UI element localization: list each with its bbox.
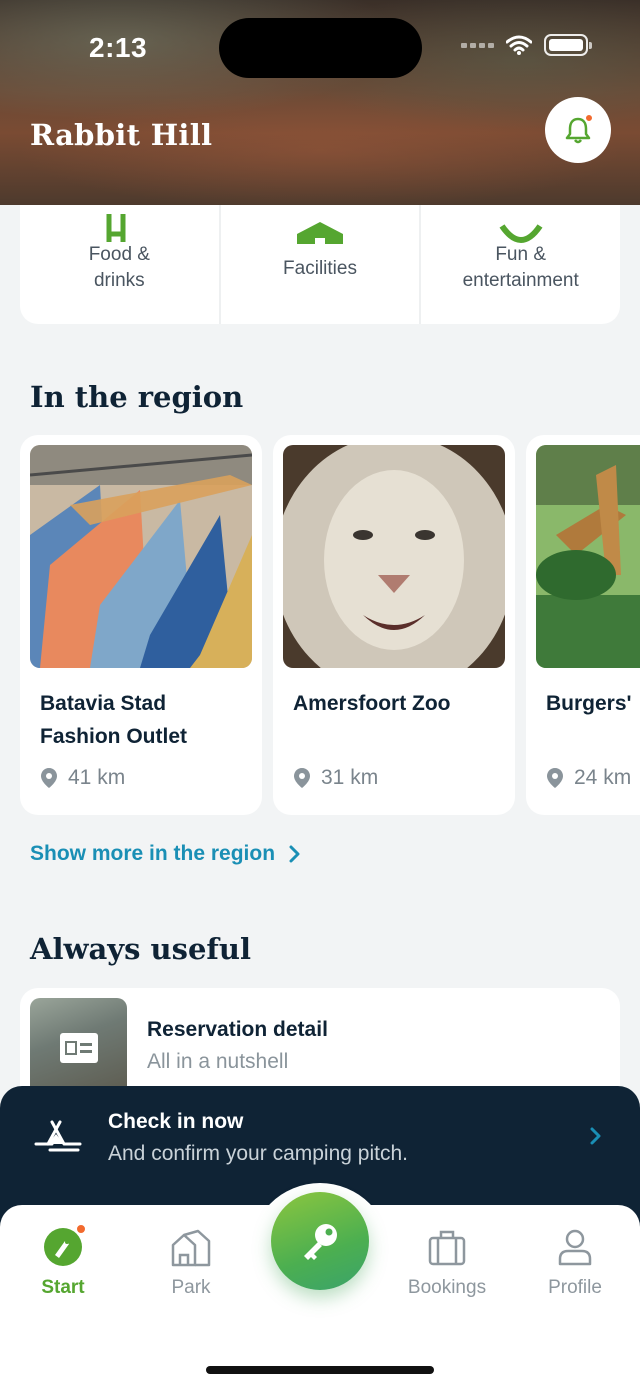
home-indicator[interactable] bbox=[206, 1366, 434, 1374]
section-title-useful: Always useful bbox=[30, 932, 251, 966]
chevron-right-icon bbox=[590, 1126, 602, 1151]
status-icons bbox=[461, 34, 592, 56]
tab-label: Start bbox=[41, 1277, 85, 1298]
category-label: Facilities bbox=[283, 258, 357, 279]
check-in-subtitle: And confirm your camping pitch. bbox=[108, 1142, 408, 1165]
region-card[interactable]: Batavia Stad Fashion Outlet 41 km bbox=[20, 435, 262, 815]
region-card-title: Burgers' bbox=[546, 692, 632, 715]
region-card[interactable]: Burgers' 24 km bbox=[526, 435, 640, 815]
key-icon bbox=[304, 1224, 337, 1260]
person-icon bbox=[558, 1229, 592, 1266]
id-card-icon bbox=[59, 1033, 98, 1063]
tab-park[interactable]: Park bbox=[141, 1227, 241, 1299]
reservation-detail-card[interactable]: Reservation detail All in a nutshell bbox=[20, 988, 620, 1098]
tab-bookings[interactable]: Bookings bbox=[397, 1227, 497, 1299]
location-pin-icon bbox=[547, 768, 563, 788]
suitcase-icon bbox=[428, 1230, 466, 1266]
start-icon bbox=[43, 1223, 87, 1267]
clothing-rack-image bbox=[30, 445, 252, 668]
battery-icon bbox=[544, 34, 592, 56]
tab-label: Bookings bbox=[407, 1277, 487, 1298]
tab-profile[interactable]: Profile bbox=[525, 1227, 625, 1299]
region-card-title: Batavia Stad Fashion Outlet bbox=[40, 692, 187, 748]
category-label: Fun & entertainment bbox=[462, 244, 579, 291]
park-icon bbox=[171, 1229, 211, 1267]
location-pin-icon bbox=[41, 768, 57, 788]
tab-start[interactable]: Start bbox=[13, 1223, 113, 1299]
status-time: 2:13 bbox=[89, 32, 148, 63]
category-label: Food & drinks bbox=[88, 244, 150, 291]
chevron-right-icon bbox=[289, 845, 300, 863]
page-title: Rabbit Hill bbox=[30, 118, 213, 152]
region-card-distance: 41 km bbox=[40, 766, 125, 790]
region-carousel[interactable]: Batavia Stad Fashion Outlet 41 km Amersf… bbox=[20, 435, 640, 815]
show-more-label: Show more in the region bbox=[30, 842, 276, 865]
tent-icon bbox=[34, 1114, 82, 1163]
reservation-detail-title: Reservation detail bbox=[147, 1018, 328, 1041]
region-card-title: Amersfoort Zoo bbox=[293, 692, 451, 715]
tab-label: Park bbox=[171, 1277, 211, 1298]
section-title-region: In the region bbox=[30, 380, 244, 414]
dynamic-island bbox=[219, 18, 422, 78]
check-in-title: Check in now bbox=[108, 1110, 244, 1133]
tab-bar: Start Park Bookings Profile bbox=[0, 1183, 640, 1387]
digital-key-button[interactable] bbox=[271, 1192, 369, 1290]
notifications-button[interactable] bbox=[545, 97, 611, 163]
wifi-icon bbox=[506, 35, 532, 55]
header: 2:13 Rabbit Hill bbox=[0, 0, 640, 205]
white-lion-image bbox=[283, 445, 505, 668]
giraffes-image bbox=[536, 445, 640, 668]
reservation-detail-subtitle: All in a nutshell bbox=[147, 1050, 289, 1073]
cellular-signal-icon bbox=[461, 42, 494, 48]
show-more-region-link[interactable]: Show more in the region bbox=[30, 842, 301, 866]
region-card-distance: 24 km bbox=[546, 766, 631, 790]
location-pin-icon bbox=[294, 768, 310, 788]
tab-label: Profile bbox=[548, 1277, 602, 1298]
notification-dot bbox=[584, 113, 594, 123]
region-card-distance: 31 km bbox=[293, 766, 378, 790]
region-card[interactable]: Amersfoort Zoo 31 km bbox=[273, 435, 515, 815]
reservation-thumbnail bbox=[30, 998, 127, 1098]
